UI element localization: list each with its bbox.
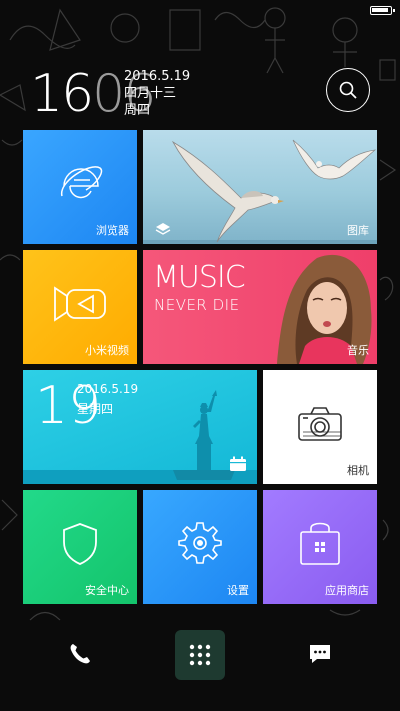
status-bar	[0, 0, 400, 20]
calendar-icon	[230, 456, 246, 471]
tile-browser-label: 浏览器	[96, 224, 129, 237]
tile-video-label: 小米视频	[85, 344, 129, 357]
dock-app-drawer-button[interactable]	[175, 630, 225, 680]
video-icon	[54, 286, 106, 322]
clock-hour: 16	[30, 64, 94, 124]
tile-gallery-label: 图库	[347, 224, 369, 237]
search-icon	[339, 81, 357, 99]
tile-music-label: 音乐	[347, 344, 369, 357]
seagull-photo	[143, 139, 377, 244]
calendar-date: 2016.5.19	[77, 382, 139, 396]
music-title: MUSIC	[153, 260, 246, 295]
tile-browser[interactable]: 浏览器	[23, 130, 137, 244]
message-icon	[310, 645, 330, 663]
tile-music[interactable]: MUSIC NEVER DIE 音乐	[143, 250, 377, 364]
tile-app-store-label: 应用商店	[325, 584, 369, 597]
tile-gallery[interactable]: 图库	[143, 130, 377, 244]
battery-icon	[370, 6, 395, 15]
tile-security-label: 安全中心	[85, 584, 129, 597]
tile-app-store[interactable]: 应用商店	[263, 490, 377, 604]
date-info: 2016.5.19 四月十三 周四	[124, 68, 190, 119]
tile-security[interactable]: 安全中心	[23, 490, 137, 604]
tile-calendar[interactable]: 19 2016.5.19 星期四	[23, 370, 257, 484]
layers-icon	[155, 223, 171, 235]
phone-icon	[70, 644, 90, 664]
camera-icon	[298, 407, 342, 441]
internet-explorer-icon	[61, 166, 103, 199]
dock-messages-button[interactable]	[302, 636, 338, 672]
date-text: 2016.5.19	[124, 69, 191, 84]
calendar-weekday: 星期四	[77, 402, 114, 416]
search-button[interactable]	[326, 68, 370, 112]
tile-settings-label: 设置	[227, 584, 249, 597]
dock-phone-button[interactable]	[62, 636, 98, 672]
gear-icon	[178, 522, 222, 564]
music-subtitle: NEVER DIE	[154, 296, 240, 314]
shield-icon	[63, 523, 97, 565]
weekday-text: 周四	[124, 103, 151, 118]
tile-video[interactable]: 小米视频	[23, 250, 137, 364]
tile-camera-label: 相机	[347, 464, 369, 477]
lunar-date-text: 四月十三	[124, 86, 177, 101]
tile-settings[interactable]: 设置	[143, 490, 257, 604]
shopping-bag-icon	[300, 522, 340, 565]
app-drawer-icon	[189, 644, 211, 666]
tile-camera[interactable]: 相机	[263, 370, 377, 484]
